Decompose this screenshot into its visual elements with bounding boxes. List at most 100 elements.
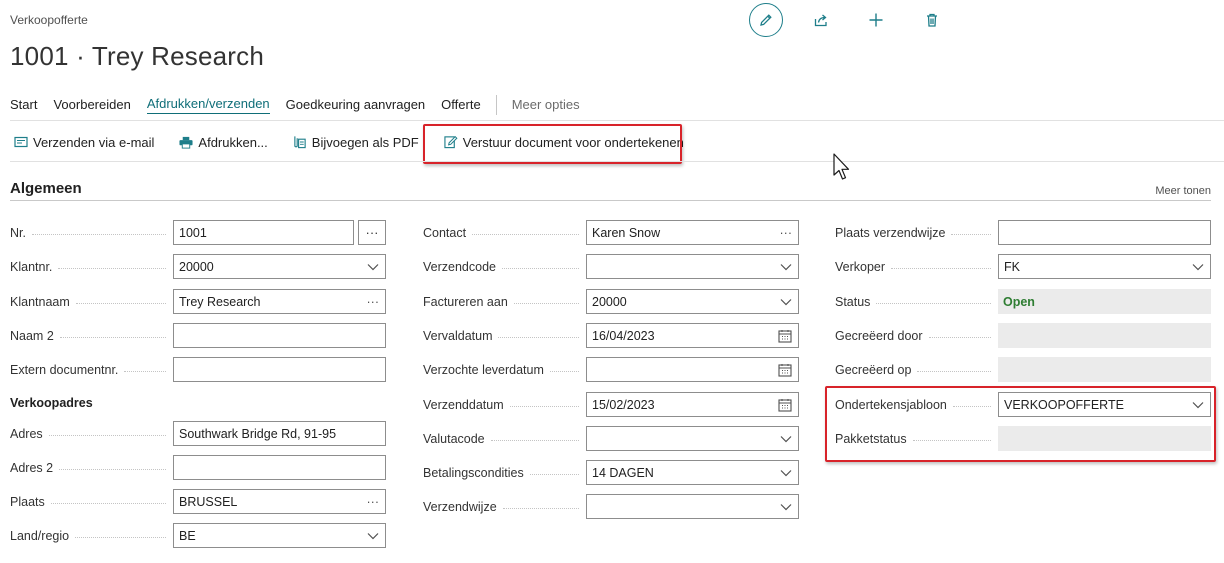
vervaldatum-input[interactable]: 16/04/2023 <box>586 323 799 348</box>
attach-pdf-label: Bijvoegen als PDF <box>311 134 419 150</box>
field-value: 15/02/2023 <box>592 397 655 412</box>
field-label: Verzendcode <box>423 259 496 274</box>
field-label: Vervaldatum <box>423 328 493 343</box>
send-for-signing-label: Verstuur document voor ondertekenen <box>462 134 684 150</box>
contact-input[interactable]: Karen Snow ··· <box>586 220 799 245</box>
ellipsis-icon[interactable]: ··· <box>780 221 793 244</box>
calendar-icon[interactable] <box>778 324 792 347</box>
chevron-down-icon <box>367 524 379 547</box>
field-label: Verzochte leverdatum <box>423 362 544 377</box>
field-plaats: Plaats <box>10 489 173 514</box>
land-regio-select[interactable]: BE <box>173 523 386 548</box>
field-value: FK <box>1004 259 1020 274</box>
field-label: Pakketstatus <box>835 431 907 446</box>
action-tabs: Start Voorbereiden Afdrukken/verzenden G… <box>10 95 596 115</box>
send-for-signing-button[interactable]: Verstuur document voor ondertekenen <box>444 135 684 150</box>
delete-button[interactable] <box>920 8 944 32</box>
field-label: Extern documentnr. <box>10 362 119 377</box>
adres2-input[interactable] <box>173 455 386 480</box>
field-verzendwijze: Verzendwijze <box>423 494 586 519</box>
sign-document-icon <box>444 135 458 149</box>
assist-edit-button[interactable]: ··· <box>358 220 386 245</box>
verzochte-leverdatum-input[interactable] <box>586 357 799 382</box>
tab-goedkeuring-aanvragen[interactable]: Goedkeuring aanvragen <box>286 97 426 114</box>
field-label: Valutacode <box>423 431 485 446</box>
share-button[interactable] <box>809 8 833 32</box>
header-actions <box>749 2 944 38</box>
klantnaam-input[interactable]: Trey Research ··· <box>173 289 386 314</box>
show-more-link[interactable]: Meer tonen <box>1155 185 1211 197</box>
field-label: Status <box>835 294 871 309</box>
ellipsis-icon[interactable]: ··· <box>367 290 380 313</box>
print-label: Afdrukken... <box>198 134 268 150</box>
plaats-verzendwijze-input[interactable] <box>998 220 1211 245</box>
ondertekensjabloon-select[interactable]: VERKOOPOFFERTE <box>998 392 1211 417</box>
field-factureren-aan: Factureren aan <box>423 289 586 314</box>
field-betalingscondities: Betalingscondities <box>423 460 586 485</box>
divider <box>10 161 1224 162</box>
nr-input[interactable]: 1001 <box>173 220 354 245</box>
new-button[interactable] <box>864 8 888 32</box>
field-value: BRUSSEL <box>179 494 238 509</box>
extern-documentnr-input[interactable] <box>173 357 386 382</box>
field-value: VERKOOPOFFERTE <box>1004 397 1124 412</box>
field-land-regio: Land/regio <box>10 523 173 548</box>
tab-offerte[interactable]: Offerte <box>441 97 481 114</box>
plaats-input[interactable]: BRUSSEL ··· <box>173 489 386 514</box>
send-email-label: Verzenden via e-mail <box>33 134 155 150</box>
edit-button[interactable] <box>749 3 783 37</box>
tab-voorbereiden[interactable]: Voorbereiden <box>53 97 130 114</box>
verkoper-select[interactable]: FK <box>998 254 1211 279</box>
attach-pdf-button[interactable]: Bijvoegen als PDF <box>293 135 419 150</box>
chevron-down-icon <box>1192 255 1204 278</box>
mouse-cursor-icon <box>833 153 850 180</box>
naam2-input[interactable] <box>173 323 386 348</box>
field-value: 14 DAGEN <box>592 465 654 480</box>
verzendcode-select[interactable] <box>586 254 799 279</box>
field-gecreeerd-op: Gecreëerd op <box>835 357 998 382</box>
verzenddatum-input[interactable]: 15/02/2023 <box>586 392 799 417</box>
field-verzenddatum: Verzenddatum <box>423 392 586 417</box>
factureren-aan-select[interactable]: 20000 <box>586 289 799 314</box>
klantnr-select[interactable]: 20000 <box>173 254 386 279</box>
calendar-icon[interactable] <box>778 358 792 381</box>
chevron-down-icon <box>780 427 792 450</box>
section-title: Algemeen <box>10 180 82 197</box>
field-ondertekensjabloon: Ondertekensjabloon <box>835 392 998 417</box>
field-label: Plaats <box>10 494 45 509</box>
field-gecreeerd-door: Gecreëerd door <box>835 323 998 348</box>
field-verkoper: Verkoper <box>835 254 998 279</box>
field-value: 20000 <box>179 259 214 274</box>
field-pakketstatus: Pakketstatus <box>835 426 998 451</box>
gecreeerd-door-field <box>998 323 1211 348</box>
field-value: 16/04/2023 <box>592 328 655 343</box>
field-adres: Adres <box>10 421 173 446</box>
adres-input[interactable]: Southwark Bridge Rd, 91-95 <box>173 421 386 446</box>
tab-start[interactable]: Start <box>10 97 37 114</box>
print-button[interactable]: Afdrukken... <box>179 134 268 150</box>
field-status: Status <box>835 289 998 314</box>
printer-icon <box>179 135 193 149</box>
field-label: Land/regio <box>10 528 70 543</box>
verzendwijze-select[interactable] <box>586 494 799 519</box>
field-label: Contact <box>423 225 467 240</box>
valutacode-select[interactable] <box>586 426 799 451</box>
tab-meer-opties[interactable]: Meer opties <box>512 97 580 114</box>
field-verzendcode: Verzendcode <box>423 254 586 279</box>
ellipsis-icon[interactable]: ··· <box>367 490 380 513</box>
tab-divider <box>495 95 497 115</box>
field-verzochte-leverdatum: Verzochte leverdatum <box>423 357 586 382</box>
field-vervaldatum: Vervaldatum <box>423 323 586 348</box>
field-klantnr: Klantnr. <box>10 254 173 279</box>
field-label: Klantnr. <box>10 259 53 274</box>
send-email-button[interactable]: Verzenden via e-mail <box>14 135 154 150</box>
field-label: Ondertekensjabloon <box>835 397 947 412</box>
betalingscondities-select[interactable]: 14 DAGEN <box>586 460 799 485</box>
field-extern-documentnr: Extern documentnr. <box>10 357 173 382</box>
action-bar: Verzenden via e-mail Afdrukken... Bijvoe… <box>14 131 709 153</box>
status-field: Open <box>998 289 1211 314</box>
plus-icon <box>869 13 883 27</box>
calendar-icon[interactable] <box>778 393 792 416</box>
field-plaats-verzendwijze: Plaats verzendwijze <box>835 220 998 245</box>
tab-afdrukken-verzenden[interactable]: Afdrukken/verzenden <box>146 96 270 114</box>
